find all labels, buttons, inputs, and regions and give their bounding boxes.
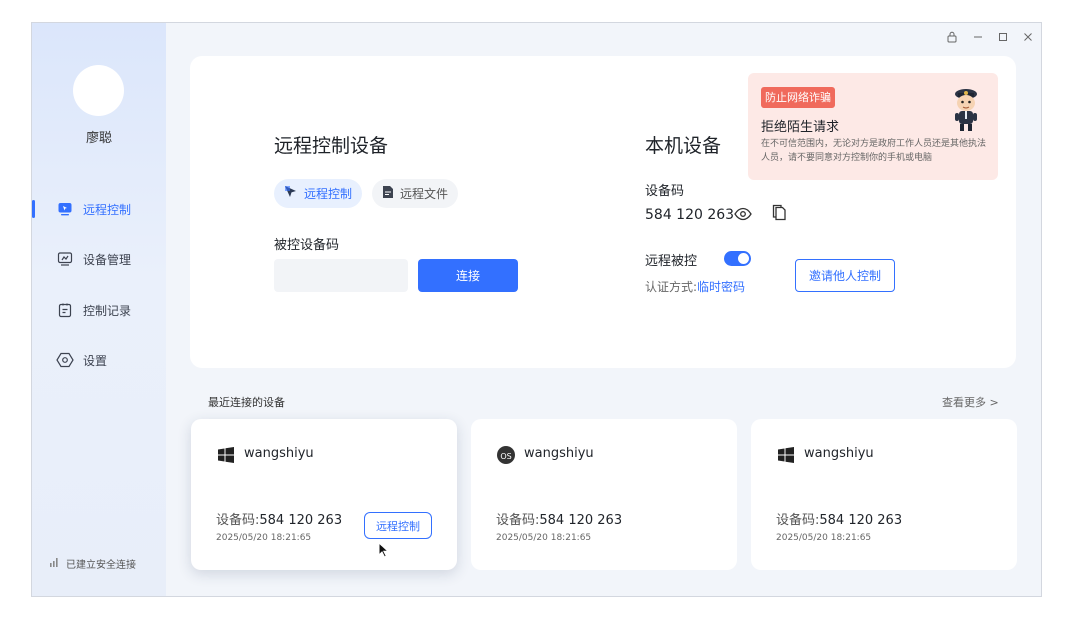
local-title: 本机设备 xyxy=(645,135,722,157)
cursor-arrow-icon xyxy=(284,185,298,202)
remote-controlled-label: 远程被控 xyxy=(645,254,698,269)
remote-control-icon xyxy=(56,200,74,218)
username: 廖聪 xyxy=(85,131,112,146)
last-connected-time: 2025/05/20 18:21:65 xyxy=(496,533,592,543)
signal-icon xyxy=(50,557,60,570)
tab-label: 远程控制 xyxy=(304,187,353,201)
tab-label: 远程文件 xyxy=(400,187,449,201)
app-window: 廖聪 远程控制 设备管理 控制记录 设置 已建立安全连接 远程控制设备 远程控制… xyxy=(31,22,1042,597)
sidebar: 廖聪 远程控制 设备管理 控制记录 设置 已建立安全连接 xyxy=(32,23,166,596)
avatar[interactable] xyxy=(73,65,124,116)
minimize-icon[interactable] xyxy=(968,29,988,45)
windows-icon xyxy=(217,446,235,464)
remote-title: 远程控制设备 xyxy=(274,135,389,157)
device-code-line: 设备码:584 120 263 xyxy=(216,509,342,528)
warning-tag: 防止网络诈骗 xyxy=(761,87,835,108)
auth-label: 认证方式: xyxy=(645,280,698,294)
remote-controlled-toggle[interactable] xyxy=(724,251,751,266)
status-text: 已建立安全连接 xyxy=(66,560,136,571)
sidebar-item-settings[interactable]: 设置 xyxy=(32,345,166,375)
tab-remote-control[interactable]: 远程控制 xyxy=(274,179,363,208)
device-code: 584 120 263 xyxy=(645,207,735,223)
auth-method-link[interactable]: 临时密码 xyxy=(697,280,745,294)
device-card[interactable]: wangshiyu 设备码:584 120 263 2025/05/20 18:… xyxy=(191,419,457,570)
device-code-label: 设备码: xyxy=(776,513,820,528)
device-code-label: 设备码: xyxy=(216,513,260,528)
gear-icon xyxy=(56,351,74,369)
mouse-cursor-icon xyxy=(378,541,390,558)
close-icon[interactable] xyxy=(1018,29,1038,45)
invite-control-button[interactable]: 邀请他人控制 xyxy=(795,259,895,292)
device-code-line: 设备码:584 120 263 xyxy=(496,509,622,528)
recent-devices-title: 最近连接的设备 xyxy=(208,396,285,409)
sidebar-item-label: 设备管理 xyxy=(83,252,132,267)
windows-icon xyxy=(777,446,795,464)
device-card[interactable]: wangshiyu 设备码:584 120 263 2025/05/20 18:… xyxy=(751,419,1017,570)
macos-icon: OS xyxy=(497,446,515,464)
device-name: wangshiyu xyxy=(804,446,874,461)
device-code-label: 设备码: xyxy=(496,513,540,528)
clipboard-icon xyxy=(56,301,74,319)
device-code-label: 设备码 xyxy=(645,184,685,199)
remote-control-button[interactable]: 远程控制 xyxy=(364,512,432,539)
device-code: 584 120 263 xyxy=(539,513,623,528)
device-code: 584 120 263 xyxy=(259,513,343,528)
device-card[interactable]: OS wangshiyu 设备码:584 120 263 2025/05/20 … xyxy=(471,419,737,570)
file-icon xyxy=(382,185,394,202)
warning-text: 在不可信范围内，无论对方是政府工作人员还是其他执法人员，请不要同意对方控制你的手… xyxy=(761,139,987,163)
device-name: wangshiyu xyxy=(524,446,594,461)
lock-icon[interactable] xyxy=(942,29,962,45)
sidebar-item-remote-control[interactable]: 远程控制 xyxy=(32,194,166,224)
last-connected-time: 2025/05/20 18:21:65 xyxy=(216,533,312,543)
warning-title: 拒绝陌生请求 xyxy=(761,120,840,135)
monitor-icon xyxy=(56,250,74,268)
device-code-line: 设备码:584 120 263 xyxy=(776,509,902,528)
sidebar-item-label: 远程控制 xyxy=(83,202,132,217)
view-more-link[interactable]: 查看更多 > xyxy=(942,394,999,410)
target-code-input[interactable] xyxy=(274,259,408,292)
copy-icon[interactable] xyxy=(772,204,786,225)
connection-status: 已建立安全连接 xyxy=(50,556,136,571)
last-connected-time: 2025/05/20 18:21:65 xyxy=(776,533,872,543)
maximize-icon[interactable] xyxy=(993,29,1013,45)
tab-remote-files[interactable]: 远程文件 xyxy=(372,179,459,208)
auth-method: 认证方式:临时密码 xyxy=(645,278,745,295)
sidebar-item-label: 控制记录 xyxy=(83,303,132,318)
svg-text:OS: OS xyxy=(500,452,511,461)
fraud-warning-card: 防止网络诈骗 拒绝陌生请求 在不可信范围内，无论对方是政府工作人员还是其他执法人… xyxy=(748,73,998,180)
main-panel: 远程控制设备 远程控制 远程文件 被控设备码 连接 本机设备 设备码 584 1… xyxy=(190,56,1016,368)
sidebar-item-device-management[interactable]: 设备管理 xyxy=(32,244,166,274)
device-name: wangshiyu xyxy=(244,446,314,461)
connect-button[interactable]: 连接 xyxy=(418,259,518,292)
eye-icon[interactable] xyxy=(734,206,752,225)
sidebar-item-control-records[interactable]: 控制记录 xyxy=(32,295,166,325)
police-mascot-icon xyxy=(952,85,980,133)
sidebar-item-label: 设置 xyxy=(83,353,108,368)
device-code: 584 120 263 xyxy=(819,513,903,528)
target-code-label: 被控设备码 xyxy=(274,238,340,253)
